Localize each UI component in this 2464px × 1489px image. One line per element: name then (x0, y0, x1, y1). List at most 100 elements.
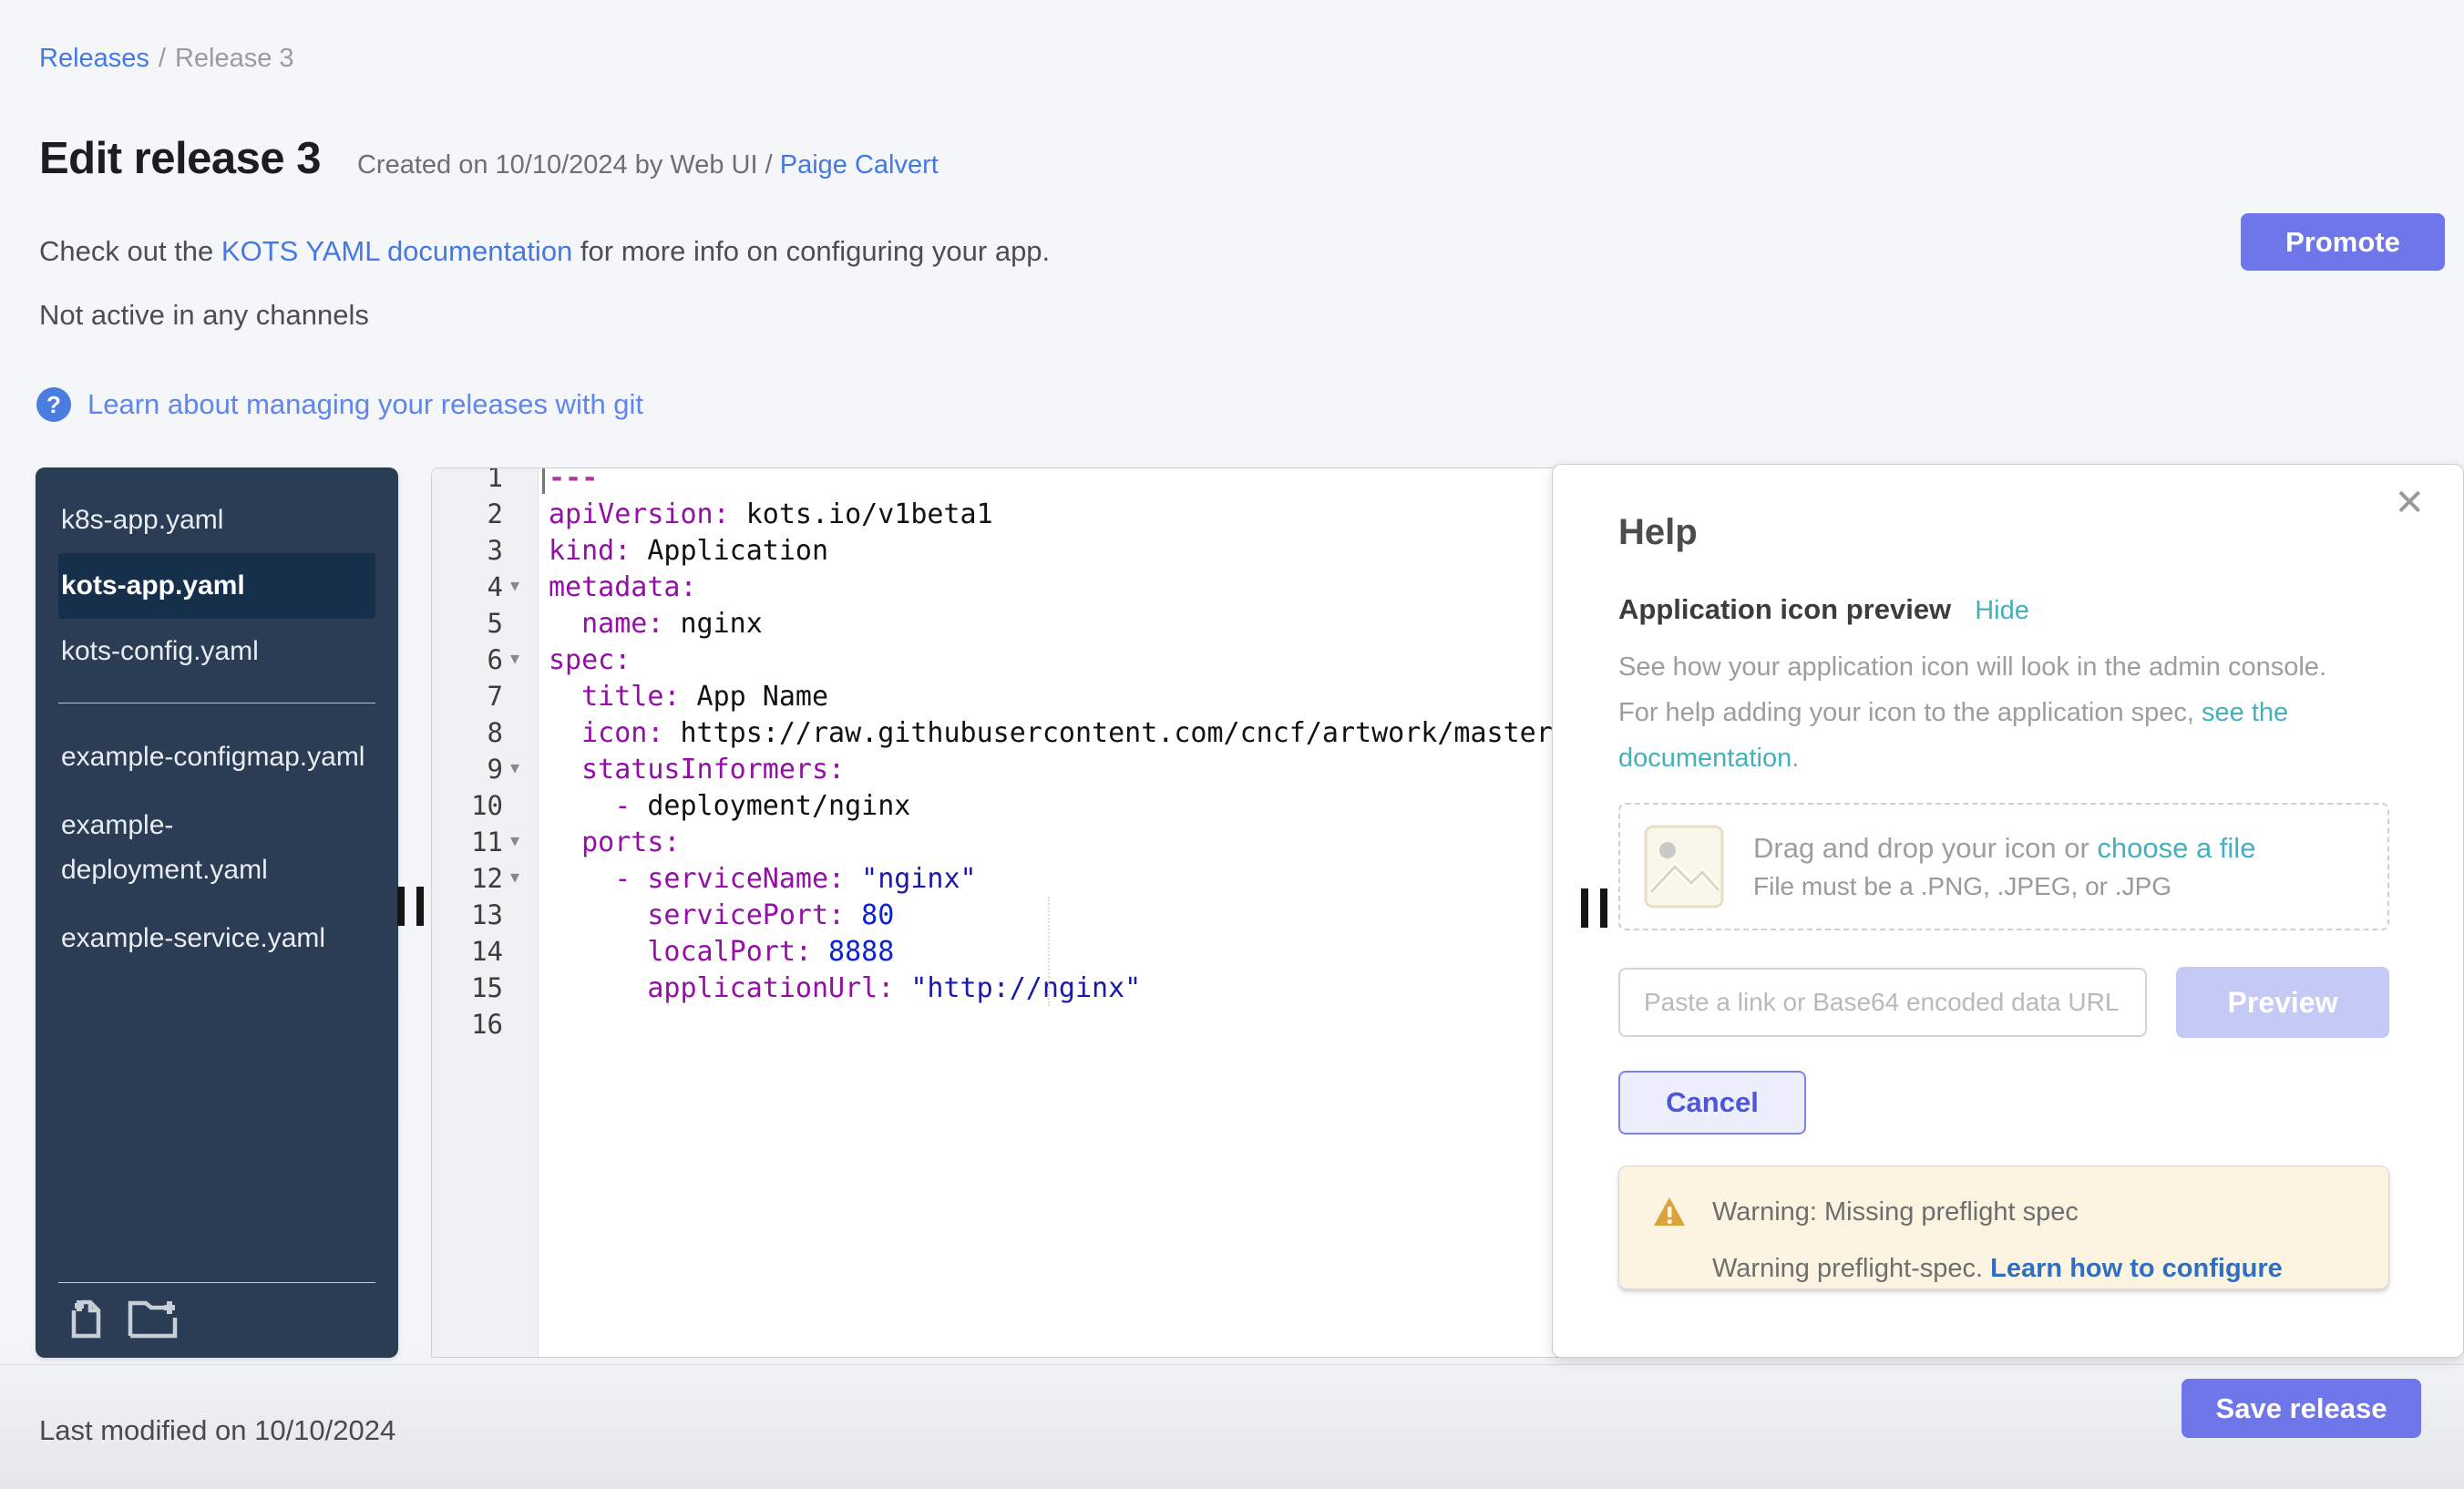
code-line-9[interactable]: 9▾ statusInformers: (432, 751, 1558, 787)
created-info: Created on 10/10/2024 by Web UI / Paige … (357, 150, 939, 180)
file-groups: k8s-app.yamlkots-app.yamlkots-config.yam… (36, 467, 398, 971)
promote-button[interactable]: Promote (2241, 213, 2445, 271)
sidebar-file-kots-config.yaml[interactable]: kots-config.yaml (58, 619, 375, 684)
warning-triangle-icon (1652, 1196, 1687, 1228)
code-line-14[interactable]: 14 localPort: 8888 (432, 933, 1558, 970)
code-line-3[interactable]: 3kind: Application (432, 532, 1558, 569)
line-number: 14 (432, 936, 539, 967)
code-line-4[interactable]: 4▾ metadata: (432, 569, 1558, 605)
code-text: kind: Application (539, 535, 828, 567)
code-text: - deployment/nginx (539, 790, 910, 822)
code-text: statusInformers: (539, 754, 845, 786)
editor-cursor (542, 467, 545, 494)
close-icon[interactable]: ✕ (2394, 485, 2425, 521)
git-releases-link[interactable]: Learn about managing your releases with … (87, 388, 643, 421)
code-line-5[interactable]: 5 name: nginx (432, 605, 1558, 642)
fold-arrow-icon[interactable]: ▾ (510, 860, 519, 897)
code-text: spec: (539, 644, 631, 676)
sidebar-footer (58, 1282, 375, 1358)
code-line-12[interactable]: 12▾ - serviceName: "nginx" (432, 860, 1558, 897)
section-title: Application icon preview (1618, 593, 1951, 626)
line-number: 9 (432, 754, 539, 785)
code-text: applicationUrl: "http://nginx" (539, 972, 1141, 1004)
title-row: Edit release 3 Created on 10/10/2024 by … (39, 133, 939, 184)
code-line-6[interactable]: 6▾ spec: (432, 642, 1558, 678)
code-line-2[interactable]: 2apiVersion: kots.io/v1beta1 (432, 496, 1558, 532)
warning-box: Warning: Missing preflight spec Warning … (1618, 1166, 2389, 1289)
line-number: 6 (432, 644, 539, 675)
save-release-button[interactable]: Save release (2182, 1379, 2421, 1438)
fold-arrow-icon[interactable]: ▾ (510, 824, 519, 860)
file-sidebar: k8s-app.yamlkots-app.yamlkots-config.yam… (36, 467, 398, 1358)
code-line-16[interactable]: 16 (432, 1006, 1558, 1042)
sidebar-file-example-configmap.yaml[interactable]: example-configmap.yaml (58, 724, 375, 790)
code-text: apiVersion: kots.io/v1beta1 (539, 498, 993, 530)
git-help-row[interactable]: ? Learn about managing your releases wit… (36, 387, 643, 422)
hide-link[interactable]: Hide (1975, 596, 2029, 626)
line-number: 10 (432, 790, 539, 821)
line-number: 5 (432, 608, 539, 639)
code-text: - serviceName: "nginx" (539, 863, 977, 895)
yaml-editor[interactable]: 1---2apiVersion: kots.io/v1beta13kind: A… (431, 467, 1559, 1358)
code-text: localPort: 8888 (539, 936, 894, 968)
dropzone-hint: File must be a .PNG, .JPEG, or .JPG (1753, 872, 2255, 901)
sidebar-resize-handle[interactable] (397, 887, 424, 926)
learn-configure-link[interactable]: Learn how to configure (1990, 1254, 2283, 1283)
icon-dropzone[interactable]: Drag and drop your icon or choose a file… (1618, 803, 2389, 930)
line-number: 8 (432, 717, 539, 748)
sidebar-file-example-deployment.yaml[interactable]: example-deployment.yaml (58, 792, 375, 903)
fold-arrow-icon[interactable]: ▾ (510, 751, 519, 787)
icon-url-input[interactable] (1618, 968, 2147, 1037)
breadcrumb-current: Release 3 (175, 44, 294, 73)
code-line-8[interactable]: 8 icon: https://raw.githubusercontent.co… (432, 714, 1558, 751)
code-line-10[interactable]: 10 - deployment/nginx (432, 787, 1558, 824)
sidebar-file-k8s-app.yaml[interactable]: k8s-app.yaml (58, 488, 375, 553)
help-panel-resize-handle[interactable] (1581, 888, 1607, 928)
new-file-icon[interactable] (66, 1298, 104, 1340)
code-text: --- (539, 467, 598, 494)
last-modified-text: Last modified on 10/10/2024 (39, 1414, 395, 1447)
icon-preview-section-header: Application icon preview Hide (1618, 593, 2418, 626)
new-folder-icon[interactable] (128, 1298, 180, 1340)
workspace: k8s-app.yamlkots-app.yamlkots-config.yam… (34, 467, 2433, 1358)
code-line-15[interactable]: 15 applicationUrl: "http://nginx" (432, 970, 1558, 1006)
line-number: 4 (432, 571, 539, 602)
kots-yaml-docs-link[interactable]: KOTS YAML documentation (221, 235, 572, 267)
code-text: icon: https://raw.githubusercontent.com/… (539, 717, 1559, 749)
help-description: See how your application icon will look … (1618, 644, 2366, 781)
warning-detail: Warning preflight-spec. Learn how to con… (1652, 1254, 2388, 1284)
choose-file-link[interactable]: choose a file (2097, 832, 2255, 864)
breadcrumb-separator: / (159, 44, 166, 73)
file-group-kots: k8s-app.yamlkots-app.yamlkots-config.yam… (36, 488, 398, 684)
sidebar-file-example-service.yaml[interactable]: example-service.yaml (58, 905, 375, 971)
line-number: 15 (432, 972, 539, 1003)
line-number: 16 (432, 1009, 539, 1040)
code-line-13[interactable]: 13 servicePort: 80 (432, 897, 1558, 933)
help-panel: ✕ Help Application icon preview Hide See… (1552, 464, 2464, 1358)
code-text: title: App Name (539, 681, 828, 713)
page: Releases / Release 3 Edit release 3 Create… (0, 0, 2464, 1489)
file-group-examples: example-configmap.yamlexample-deployment… (36, 724, 398, 971)
created-by-link[interactable]: Paige Calvert (780, 150, 939, 180)
warning-title: Warning: Missing preflight spec (1712, 1197, 2079, 1227)
line-number: 11 (432, 827, 539, 857)
cancel-button[interactable]: Cancel (1618, 1071, 1806, 1135)
question-mark-icon[interactable]: ? (36, 387, 71, 422)
breadcrumb-releases-link[interactable]: Releases (39, 44, 149, 73)
code-text: metadata: (539, 571, 697, 603)
page-title: Edit release 3 (39, 133, 321, 184)
help-title: Help (1618, 512, 2418, 553)
code-text: servicePort: 80 (539, 899, 894, 931)
breadcrumb: Releases / Release 3 (39, 44, 294, 74)
line-number: 2 (432, 498, 539, 529)
indent-guide (1048, 897, 1050, 1006)
code-line-7[interactable]: 7 title: App Name (432, 678, 1558, 714)
sidebar-file-kots-app.yaml[interactable]: kots-app.yaml (58, 553, 375, 619)
line-number: 1 (432, 467, 539, 493)
code-line-1[interactable]: 1--- (432, 467, 1558, 496)
code-line-11[interactable]: 11▾ ports: (432, 824, 1558, 860)
preview-button[interactable]: Preview (2176, 967, 2389, 1038)
fold-arrow-icon[interactable]: ▾ (510, 642, 519, 678)
channel-status: Not active in any channels (39, 299, 369, 332)
fold-arrow-icon[interactable]: ▾ (510, 569, 519, 605)
